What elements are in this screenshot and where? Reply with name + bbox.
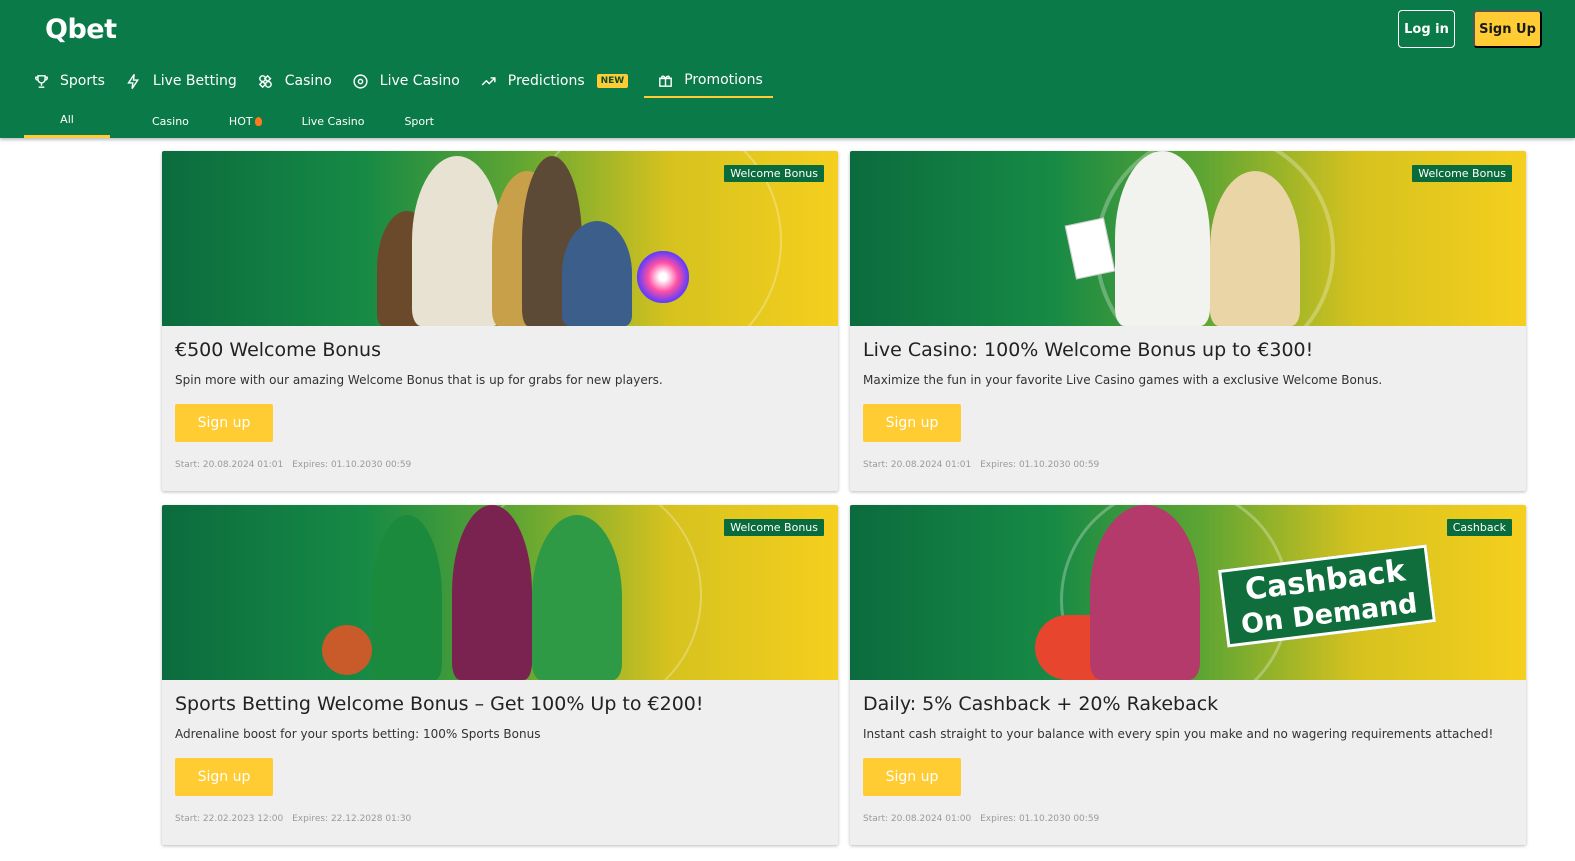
character-figure [1115, 151, 1210, 326]
promo-start: Start: 20.08.2024 01:00 [863, 814, 972, 824]
star-gem-icon [637, 251, 689, 303]
qbet-logo[interactable]: Qbet [45, 14, 117, 45]
promo-dates: Start: 22.02.2023 12:00 Expires: 22.12.2… [175, 814, 411, 824]
main-nav: Sports Live Betting Casino Live Casino P… [32, 64, 793, 100]
nav-item-live-casino[interactable]: Live Casino [352, 64, 460, 98]
promo-title: Daily: 5% Cashback + 20% Rakeback [863, 693, 1219, 715]
gift-icon [656, 71, 674, 89]
promo-start: Start: 20.08.2024 01:01 [175, 460, 284, 470]
tab-label: Sport [404, 114, 434, 128]
promo-card[interactable]: Welcome Bonus Live Casino: 100% Welcome … [850, 151, 1526, 491]
tab-label: Casino [152, 114, 189, 128]
promo-description: Maximize the fun in your favorite Live C… [863, 373, 1383, 387]
character-figure [562, 221, 632, 326]
promo-signup-button[interactable]: Sign up [863, 404, 961, 442]
promo-tag: Welcome Bonus [724, 519, 824, 536]
tab-sport[interactable]: Sport [384, 104, 454, 138]
tab-live-casino[interactable]: Live Casino [282, 104, 385, 138]
promo-expires: Expires: 01.10.2030 00:59 [292, 460, 412, 470]
nav-item-label: Predictions [507, 73, 585, 89]
character-figure [452, 505, 532, 680]
tab-all[interactable]: All [24, 104, 110, 138]
promo-dates: Start: 20.08.2024 01:00 Expires: 01.10.2… [863, 814, 1099, 824]
promo-signup-button[interactable]: Sign up [175, 404, 273, 442]
nav-item-live-betting[interactable]: Live Betting [125, 64, 237, 98]
promo-card[interactable]: Welcome Bonus Sports Betting Welcome Bon… [162, 505, 838, 845]
promo-filter-tabs: All Casino HOT Live Casino Sport [24, 104, 454, 138]
nav-item-promotions[interactable]: Promotions [644, 64, 773, 98]
nav-item-predictions[interactable]: Predictions NEW [480, 64, 629, 98]
promo-tag: Welcome Bonus [1412, 165, 1512, 182]
character-figure [1090, 505, 1200, 680]
nav-item-label: Casino [284, 73, 332, 89]
lightning-icon [125, 72, 143, 90]
tab-label: HOT [228, 114, 253, 128]
promo-title: Live Casino: 100% Welcome Bonus up to €3… [863, 339, 1314, 361]
promo-card[interactable]: Welcome Bonus €500 Welcome Bonus Spin mo… [162, 151, 838, 491]
promo-start: Start: 22.02.2023 12:00 [175, 814, 284, 824]
promo-banner-image[interactable]: Welcome Bonus [162, 151, 838, 326]
character-figure [532, 515, 622, 680]
character-figure [412, 156, 502, 326]
promo-expires: Expires: 01.10.2030 00:59 [980, 460, 1100, 470]
promo-signup-button[interactable]: Sign up [863, 758, 961, 796]
promo-banner-image[interactable]: Cashback On Demand Cashback [850, 505, 1526, 680]
trophy-icon [32, 72, 50, 90]
promo-title: Sports Betting Welcome Bonus – Get 100% … [175, 693, 704, 715]
promo-banner-image[interactable]: Welcome Bonus [162, 505, 838, 680]
nav-item-label: Promotions [684, 72, 763, 88]
roulette-icon [352, 72, 370, 90]
promo-dates: Start: 20.08.2024 01:01 Expires: 01.10.2… [175, 460, 411, 470]
nav-item-sports[interactable]: Sports [32, 64, 105, 98]
promo-title: €500 Welcome Bonus [175, 339, 381, 361]
basketball-icon [322, 625, 372, 675]
promo-banner-image[interactable]: Welcome Bonus [850, 151, 1526, 326]
tab-label: Live Casino [301, 114, 365, 128]
promo-card[interactable]: Cashback On Demand Cashback Daily: 5% Ca… [850, 505, 1526, 845]
promo-start: Start: 20.08.2024 01:01 [863, 460, 972, 470]
login-button[interactable]: Log in [1398, 10, 1455, 48]
nav-item-casino[interactable]: Casino [257, 64, 332, 98]
promo-description: Spin more with our amazing Welcome Bonus… [175, 373, 663, 387]
tab-casino[interactable]: Casino [132, 104, 209, 138]
promo-description: Instant cash straight to your balance wi… [863, 727, 1494, 741]
nav-item-label: Live Betting [152, 73, 237, 89]
promo-signup-button[interactable]: Sign up [175, 758, 273, 796]
casino-chips-icon [257, 72, 275, 90]
trend-up-icon [480, 72, 498, 90]
promo-dates: Start: 20.08.2024 01:01 Expires: 01.10.2… [863, 460, 1099, 470]
promo-expires: Expires: 01.10.2030 00:59 [980, 814, 1100, 824]
nav-item-label: Live Casino [379, 73, 460, 89]
promo-tag: Welcome Bonus [724, 165, 824, 182]
promo-expires: Expires: 22.12.2028 01:30 [292, 814, 412, 824]
nav-item-label: Sports [60, 73, 105, 89]
promo-description: Adrenaline boost for your sports betting… [175, 727, 541, 741]
signup-button[interactable]: Sign Up [1473, 10, 1542, 48]
promo-tag: Cashback [1446, 519, 1512, 536]
character-figure [1210, 171, 1300, 326]
tab-hot[interactable]: HOT [209, 104, 282, 138]
top-bar: Qbet Log in Sign Up Sports Live Betting … [0, 0, 1575, 138]
new-badge: NEW [596, 74, 629, 88]
fire-icon [254, 116, 262, 126]
character-figure [372, 515, 442, 680]
